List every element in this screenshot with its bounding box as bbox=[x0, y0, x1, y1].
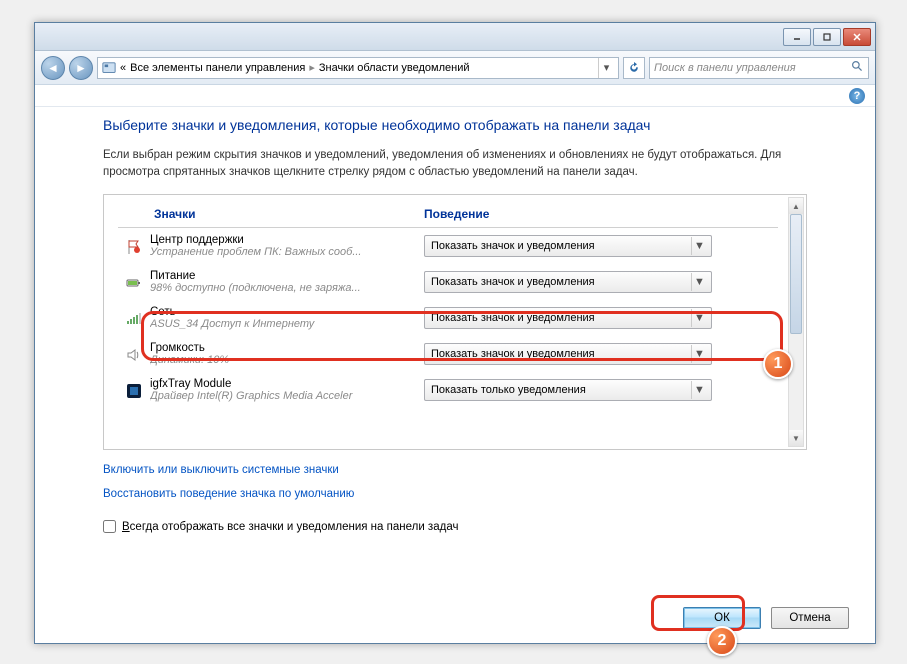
scrollbar[interactable]: ▲ ▼ bbox=[788, 197, 804, 447]
row-sub: 98% доступно (подключена, не заряжа... bbox=[150, 282, 410, 294]
chevron-down-icon: ▼ bbox=[691, 237, 707, 255]
button-bar: ОК Отмена bbox=[683, 607, 849, 629]
address-dropdown[interactable]: ▾ bbox=[598, 58, 614, 78]
chevron-down-icon: ▼ bbox=[691, 381, 707, 399]
search-placeholder: Поиск в панели управления bbox=[654, 62, 796, 74]
links-area: Включить или выключить системные значки … bbox=[103, 450, 807, 516]
row-action-center: Центр поддержкиУстранение проблем ПК: Ва… bbox=[118, 228, 778, 264]
combo-igfx[interactable]: Показать только уведомления▼ bbox=[424, 379, 712, 401]
refresh-button[interactable] bbox=[623, 57, 645, 79]
column-headers: Значки Поведение bbox=[118, 203, 778, 228]
page-description: Если выбран режим скрытия значков и увед… bbox=[103, 147, 807, 180]
badge-1: 1 bbox=[763, 349, 793, 379]
row-sub: Устранение проблем ПК: Важных сооб... bbox=[150, 246, 410, 258]
scroll-up-button[interactable]: ▲ bbox=[789, 198, 803, 214]
scroll-thumb[interactable] bbox=[790, 214, 802, 334]
page-title: Выберите значки и уведомления, которые н… bbox=[103, 117, 807, 133]
row-name: Питание bbox=[150, 270, 424, 282]
network-icon bbox=[118, 309, 150, 327]
help-row: ? bbox=[35, 85, 875, 107]
row-sub: ASUS_34 Доступ к Интернету bbox=[150, 318, 410, 330]
content-area: Выберите значки и уведомления, которые н… bbox=[35, 107, 875, 533]
row-power: Питание98% доступно (подключена, не заря… bbox=[118, 264, 778, 300]
titlebar bbox=[35, 23, 875, 51]
icon-list-frame: Значки Поведение Центр поддержкиУстранен… bbox=[103, 194, 807, 450]
row-name: Центр поддержки bbox=[150, 234, 424, 246]
chevron-down-icon: ▼ bbox=[691, 309, 707, 327]
row-name: Сеть bbox=[150, 306, 424, 318]
chevron-down-icon: ▼ bbox=[691, 273, 707, 291]
col-icons: Значки bbox=[154, 207, 424, 221]
navbar: ◄ ► « Все элементы панели управления ▸ З… bbox=[35, 51, 875, 85]
search-input[interactable]: Поиск в панели управления bbox=[649, 57, 869, 79]
breadcrumb-seg2[interactable]: Значки области уведомлений bbox=[319, 62, 470, 74]
always-show-label: Всегда отображать все значки и уведомлен… bbox=[122, 521, 458, 533]
row-name: Громкость bbox=[150, 342, 424, 354]
row-network: СетьASUS_34 Доступ к Интернету Показать … bbox=[118, 300, 778, 336]
always-show-checkbox[interactable] bbox=[103, 520, 116, 533]
help-icon[interactable]: ? bbox=[849, 88, 865, 104]
row-igfx: igfxTray ModuleДрайвер Intel(R) Graphics… bbox=[118, 372, 778, 408]
battery-icon bbox=[118, 273, 150, 291]
address-bar[interactable]: « Все элементы панели управления ▸ Значк… bbox=[97, 57, 619, 79]
row-sub: Динамики: 10% bbox=[150, 354, 410, 366]
col-behavior: Поведение bbox=[424, 207, 778, 221]
badge-2: 2 bbox=[707, 626, 737, 656]
forward-button[interactable]: ► bbox=[69, 56, 93, 80]
always-show-row: Всегда отображать все значки и уведомлен… bbox=[103, 516, 807, 533]
breadcrumb-prefix: « bbox=[120, 62, 126, 74]
search-icon bbox=[851, 60, 864, 76]
control-panel-icon bbox=[102, 61, 116, 75]
maximize-button[interactable] bbox=[813, 28, 841, 46]
row-name: igfxTray Module bbox=[150, 378, 424, 390]
row-volume: ГромкостьДинамики: 10% Показать значок и… bbox=[118, 336, 778, 372]
link-toggle-system-icons[interactable]: Включить или выключить системные значки bbox=[103, 464, 807, 476]
back-button[interactable]: ◄ bbox=[41, 56, 65, 80]
cancel-button[interactable]: Отмена bbox=[771, 607, 849, 629]
combo-volume[interactable]: Показать значок и уведомления▼ bbox=[424, 343, 712, 365]
row-sub: Драйвер Intel(R) Graphics Media Acceler bbox=[150, 390, 410, 402]
scroll-down-button[interactable]: ▼ bbox=[789, 430, 803, 446]
speaker-icon bbox=[118, 345, 150, 363]
breadcrumb-seg1[interactable]: Все элементы панели управления bbox=[130, 62, 305, 74]
minimize-button[interactable] bbox=[783, 28, 811, 46]
combo-action-center[interactable]: Показать значок и уведомления▼ bbox=[424, 235, 712, 257]
breadcrumb-sep: ▸ bbox=[309, 61, 315, 74]
intel-icon bbox=[118, 381, 150, 399]
flag-icon bbox=[118, 237, 150, 255]
close-button[interactable] bbox=[843, 28, 871, 46]
control-panel-window: ◄ ► « Все элементы панели управления ▸ З… bbox=[34, 22, 876, 644]
combo-power[interactable]: Показать значок и уведомления▼ bbox=[424, 271, 712, 293]
link-restore-defaults[interactable]: Восстановить поведение значка по умолчан… bbox=[103, 488, 807, 500]
combo-network[interactable]: Показать значок и уведомления▼ bbox=[424, 307, 712, 329]
chevron-down-icon: ▼ bbox=[691, 345, 707, 363]
